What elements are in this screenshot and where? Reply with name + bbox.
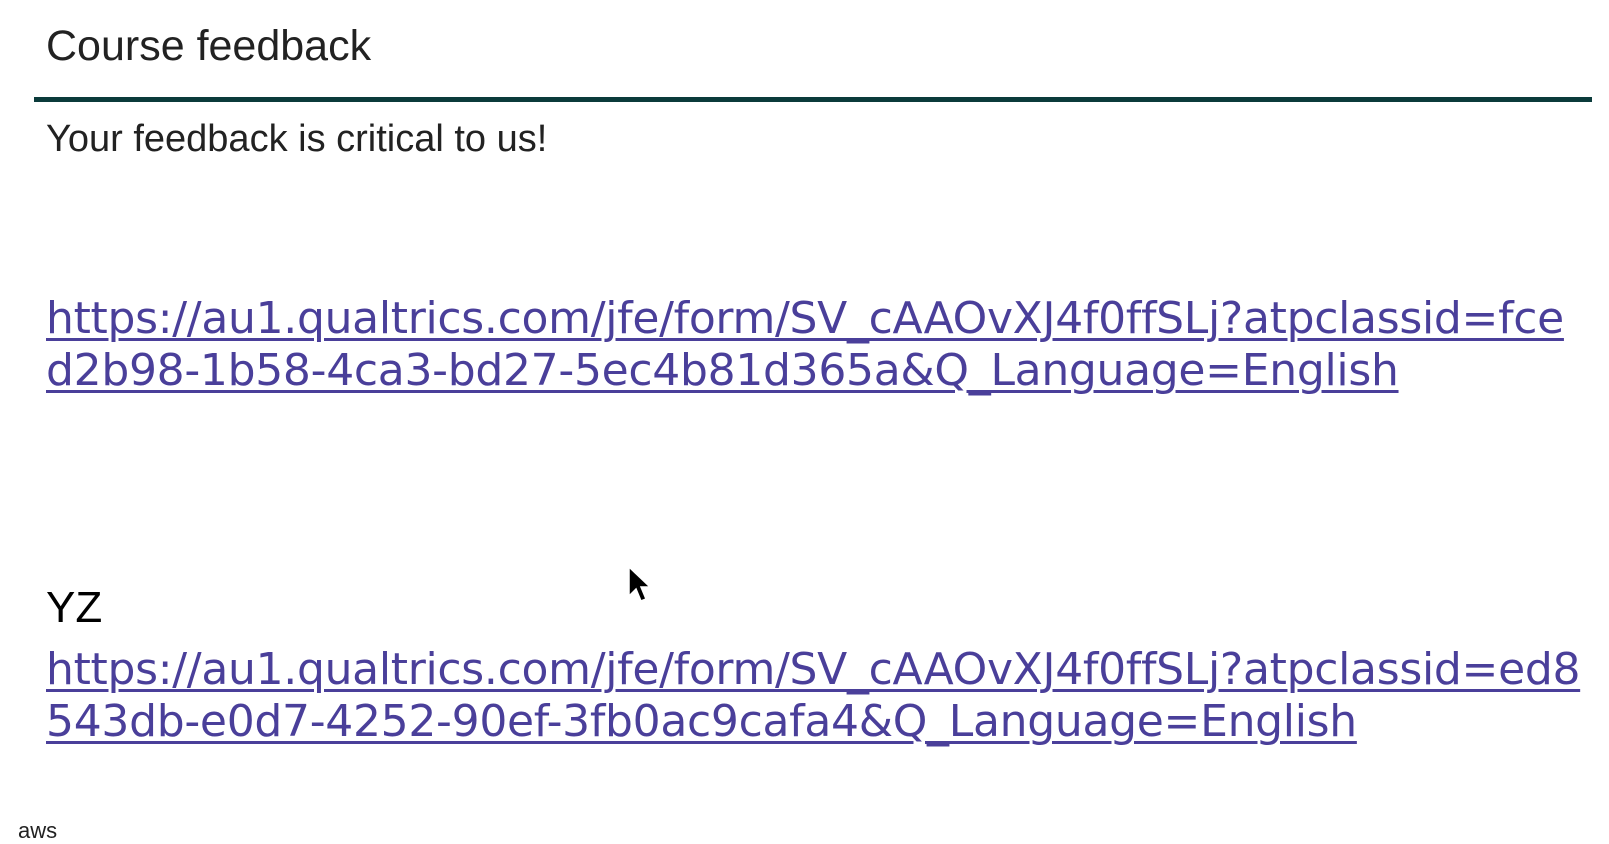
title-divider — [34, 97, 1592, 102]
page-title: Course feedback — [46, 22, 372, 70]
intro-text: Your feedback is critical to us! — [46, 118, 548, 160]
feedback-link-1[interactable]: https://au1.qualtrics.com/jfe/form/SV_cA… — [46, 293, 1586, 397]
feedback-link-2[interactable]: https://au1.qualtrics.com/jfe/form/SV_cA… — [46, 644, 1586, 748]
link-label-yz: YZ — [46, 583, 103, 632]
mouse-pointer-icon — [628, 566, 652, 602]
aws-logo: aws — [18, 818, 58, 843]
